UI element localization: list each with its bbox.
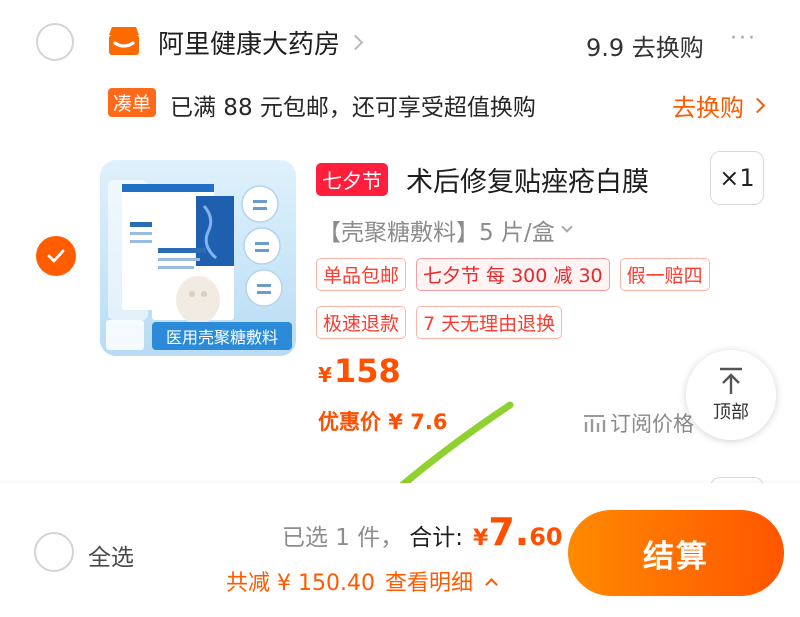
product-image[interactable]: 医用壳聚糖敷料 — [100, 160, 296, 356]
product-image-caption: 医用壳聚糖敷料 — [152, 322, 292, 350]
total-int: 7. — [488, 510, 530, 554]
shop-name-link[interactable]: 阿里健康大药房 — [158, 24, 364, 61]
select-all-radio[interactable] — [34, 532, 74, 572]
total-currency: ¥ — [473, 526, 489, 551]
shop-name: 阿里健康大药房 — [158, 30, 341, 60]
promo-tag: 凑单 — [108, 88, 157, 117]
badge-authentic-guarantee: 假一赔四 — [619, 258, 710, 291]
shop-logo-icon — [104, 21, 144, 65]
product-title[interactable]: 术后修复贴痤疮白膜 — [406, 160, 649, 199]
badge-fast-refund: 极速退款 — [316, 306, 407, 339]
back-to-top-button[interactable]: 顶部 — [686, 350, 776, 440]
price-value: 158 — [333, 352, 401, 390]
more-options-icon[interactable]: ··· — [730, 26, 757, 51]
price-currency: ¥ — [318, 363, 332, 387]
promo-swap-link[interactable]: 去换购 — [672, 88, 766, 123]
quantity-stepper[interactable]: ×1 — [710, 151, 764, 205]
subscribe-label: 订阅价格 — [610, 412, 694, 436]
check-icon — [47, 249, 65, 263]
chevron-up-icon — [485, 577, 498, 591]
subscribe-price-link[interactable]: 订阅价格 — [582, 408, 694, 438]
promo-text: 已满 88 元包邮，还可享受超值换购 — [170, 95, 536, 121]
badge-row-2: 极速退款 7 天无理由退换 — [316, 306, 563, 339]
order-summary: 已选 1 件， 合计: ¥7.60 — [282, 510, 563, 554]
chart-icon — [584, 415, 606, 432]
total-amount: ¥7.60 — [473, 510, 563, 554]
chevron-down-icon — [561, 221, 573, 233]
selected-count: 已选 1 件， — [282, 525, 404, 551]
badge-row-1: 单品包邮 七夕节 每 300 减 30 假一赔四 — [316, 258, 710, 291]
select-all-label[interactable]: 全选 — [88, 538, 134, 572]
total-reduction: 共减 ¥ 150.40 — [226, 571, 375, 596]
total-label: 合计: — [409, 525, 464, 551]
back-to-top-label: 顶部 — [713, 402, 749, 423]
product-select-checkbox[interactable] — [36, 236, 76, 276]
product-price: ¥158 — [318, 352, 401, 390]
festival-tag: 七夕节 — [316, 163, 388, 196]
badge-return-policy: 7 天无理由退换 — [416, 306, 563, 339]
shop-select-radio[interactable] — [36, 23, 74, 61]
sku-selector[interactable]: 【壳聚糖敷料】5 片/盒 — [318, 213, 573, 247]
badge-free-shipping: 单品包邮 — [316, 258, 407, 291]
total-dec: 60 — [529, 523, 563, 551]
discount-summary[interactable]: 共减 ¥ 150.40 查看明细 — [226, 565, 498, 597]
sku-label: 【壳聚糖敷料】5 片/盒 — [318, 220, 555, 246]
annotation-stroke — [396, 401, 514, 491]
promo-link-label: 去换购 — [672, 94, 744, 122]
checkout-button[interactable]: 结算 — [568, 510, 784, 596]
shop-swap-link[interactable]: 9.9 去换购 — [586, 28, 704, 63]
chevron-right-icon — [347, 34, 364, 51]
view-details-link: 查看明细 — [384, 571, 473, 596]
arrow-up-icon — [720, 367, 742, 394]
badge-festival-discount: 七夕节 每 300 减 30 — [416, 258, 610, 291]
chevron-right-icon — [749, 97, 766, 114]
